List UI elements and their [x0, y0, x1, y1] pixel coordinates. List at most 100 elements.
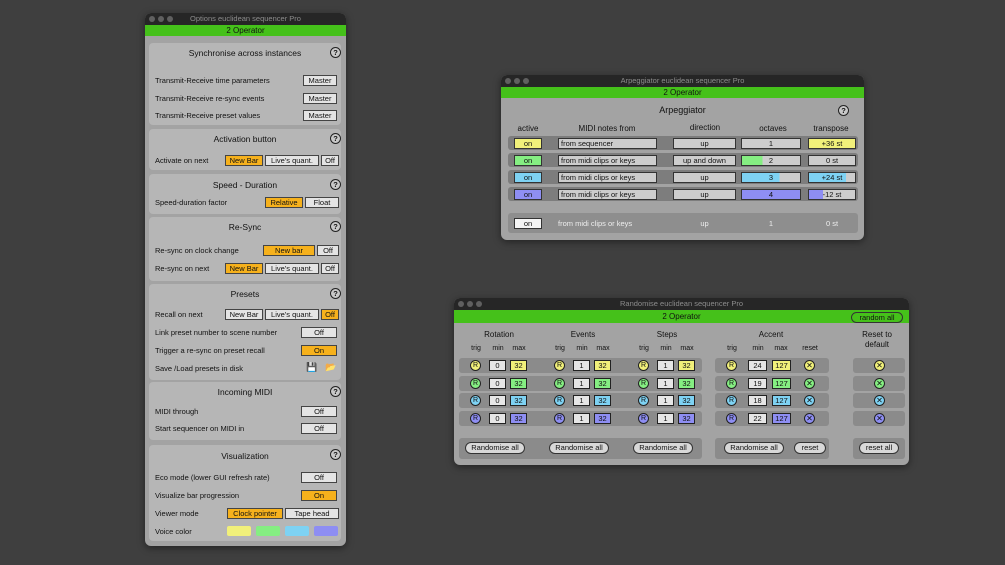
activation-livequant-button[interactable]: Live's quant.	[265, 155, 319, 166]
st-min-field[interactable]: 1	[657, 412, 674, 424]
st-trig-button[interactable]: R	[638, 360, 649, 371]
close-dot-icon[interactable]	[458, 301, 464, 307]
acc-min-field[interactable]: 24	[748, 360, 767, 371]
presets-help-icon[interactable]: ?	[330, 288, 341, 299]
acc-randomise-all-button[interactable]: Randomise all	[724, 442, 784, 454]
activation-help-icon[interactable]: ?	[330, 133, 341, 144]
arp-global-notes[interactable]: from midi clips or keys	[558, 219, 658, 228]
acc-max-field[interactable]: 127	[772, 377, 791, 389]
acc-trig-button[interactable]: R	[726, 395, 737, 406]
acc-reset-x-icon[interactable]: ✕	[804, 412, 815, 424]
acc-reset-x-icon[interactable]: ✕	[804, 360, 815, 371]
sync-resync-button[interactable]: Master	[303, 93, 337, 104]
rot-trig-button[interactable]: R	[470, 377, 481, 389]
minimize-dot-icon[interactable]	[514, 78, 520, 84]
zoom-dot-icon[interactable]	[523, 78, 529, 84]
acc-min-field[interactable]: 19	[748, 377, 767, 389]
presets-trigger-button[interactable]: On	[301, 345, 337, 356]
presets-link-button[interactable]: Off	[301, 327, 337, 338]
acc-reset-x-icon[interactable]: ✕	[804, 377, 815, 389]
arp-direction-select[interactable]: up and down	[673, 155, 736, 166]
voice-color-4[interactable]	[314, 526, 338, 536]
ev-min-field[interactable]: 1	[573, 377, 590, 389]
ev-min-field[interactable]: 1	[573, 395, 590, 406]
minimize-dot-icon[interactable]	[158, 16, 164, 22]
ev-max-field[interactable]: 32	[594, 360, 611, 371]
options-titlebar[interactable]: Options euclidean sequencer Pro	[145, 13, 346, 25]
ev-trig-button[interactable]: R	[554, 360, 565, 371]
resync-next-off-button[interactable]: Off	[321, 263, 339, 274]
acc-trig-button[interactable]: R	[726, 412, 737, 424]
rot-min-field[interactable]: 0	[489, 360, 506, 371]
arp-transpose-field[interactable]: -12 st	[808, 189, 856, 200]
save-disk-icon[interactable]: 💾	[306, 362, 317, 373]
st-trig-button[interactable]: R	[638, 377, 649, 389]
vis-help-icon[interactable]: ?	[330, 449, 341, 460]
arp-direction-select[interactable]: up	[673, 138, 736, 149]
acc-min-field[interactable]: 18	[748, 395, 767, 406]
arp-transpose-field[interactable]: +24 st	[808, 172, 856, 183]
reset-all-button[interactable]: reset all	[859, 442, 899, 454]
arp-octaves-slider[interactable]: 4	[741, 189, 801, 200]
st-randomise-all-button[interactable]: Randomise all	[633, 442, 693, 454]
zoom-dot-icon[interactable]	[476, 301, 482, 307]
arp-global-active-toggle[interactable]: on	[514, 218, 542, 229]
rot-max-field[interactable]: 32	[510, 395, 527, 406]
arp-global-direction[interactable]: up	[673, 219, 736, 228]
resync-next-livequant-button[interactable]: Live's quant.	[265, 263, 319, 274]
acc-reset-x-icon[interactable]: ✕	[804, 395, 815, 406]
arp-direction-select[interactable]: up	[673, 189, 736, 200]
ev-randomise-all-button[interactable]: Randomise all	[549, 442, 609, 454]
speed-relative-button[interactable]: Relative	[265, 197, 303, 208]
ev-max-field[interactable]: 32	[594, 377, 611, 389]
st-min-field[interactable]: 1	[657, 395, 674, 406]
rot-max-field[interactable]: 32	[510, 412, 527, 424]
arp-octaves-slider[interactable]: 1	[741, 138, 801, 149]
arp-help-icon[interactable]: ?	[838, 105, 849, 116]
arp-octaves-slider[interactable]: 3	[741, 172, 801, 183]
speed-help-icon[interactable]: ?	[330, 179, 341, 190]
acc-min-field[interactable]: 22	[748, 412, 767, 424]
reset-default-x-icon[interactable]: ✕	[874, 377, 885, 389]
presets-recall-newbar-button[interactable]: New Bar	[225, 309, 263, 320]
voice-color-1[interactable]	[227, 526, 251, 536]
midi-through-button[interactable]: Off	[301, 406, 337, 417]
arp-transpose-field[interactable]: +36 st	[808, 138, 856, 149]
arp-active-toggle[interactable]: on	[514, 172, 542, 183]
arp-active-toggle[interactable]: on	[514, 189, 542, 200]
arp-transpose-field[interactable]: 0 st	[808, 155, 856, 166]
midi-start-button[interactable]: Off	[301, 423, 337, 434]
st-trig-button[interactable]: R	[638, 395, 649, 406]
arp-active-toggle[interactable]: on	[514, 155, 542, 166]
ev-min-field[interactable]: 1	[573, 412, 590, 424]
rot-trig-button[interactable]: R	[470, 395, 481, 406]
rot-min-field[interactable]: 0	[489, 377, 506, 389]
resync-help-icon[interactable]: ?	[330, 221, 341, 232]
st-max-field[interactable]: 32	[678, 360, 695, 371]
rot-randomise-all-button[interactable]: Randomise all	[465, 442, 525, 454]
arp-notes-select[interactable]: from midi clips or keys	[558, 189, 657, 200]
arp-notes-select[interactable]: from midi clips or keys	[558, 172, 657, 183]
folder-open-icon[interactable]: 📂	[325, 362, 336, 373]
rot-max-field[interactable]: 32	[510, 360, 527, 371]
acc-trig-button[interactable]: R	[726, 360, 737, 371]
activation-off-button[interactable]: Off	[321, 155, 339, 166]
rot-min-field[interactable]: 0	[489, 395, 506, 406]
arp-octaves-slider[interactable]: 2	[741, 155, 801, 166]
rot-min-field[interactable]: 0	[489, 412, 506, 424]
acc-max-field[interactable]: 127	[772, 412, 791, 424]
reset-default-x-icon[interactable]: ✕	[874, 412, 885, 424]
arp-active-toggle[interactable]: on	[514, 138, 542, 149]
reset-default-x-icon[interactable]: ✕	[874, 360, 885, 371]
voice-color-2[interactable]	[256, 526, 280, 536]
st-min-field[interactable]: 1	[657, 360, 674, 371]
resync-clock-off-button[interactable]: Off	[317, 245, 339, 256]
acc-reset-button[interactable]: reset	[794, 442, 826, 454]
rot-trig-button[interactable]: R	[470, 412, 481, 424]
rot-max-field[interactable]: 32	[510, 377, 527, 389]
arp-global-transpose[interactable]: 0 st	[808, 219, 856, 228]
midi-help-icon[interactable]: ?	[330, 386, 341, 397]
resync-next-newbar-button[interactable]: New Bar	[225, 263, 263, 274]
ev-trig-button[interactable]: R	[554, 377, 565, 389]
sync-help-icon[interactable]: ?	[330, 47, 341, 58]
